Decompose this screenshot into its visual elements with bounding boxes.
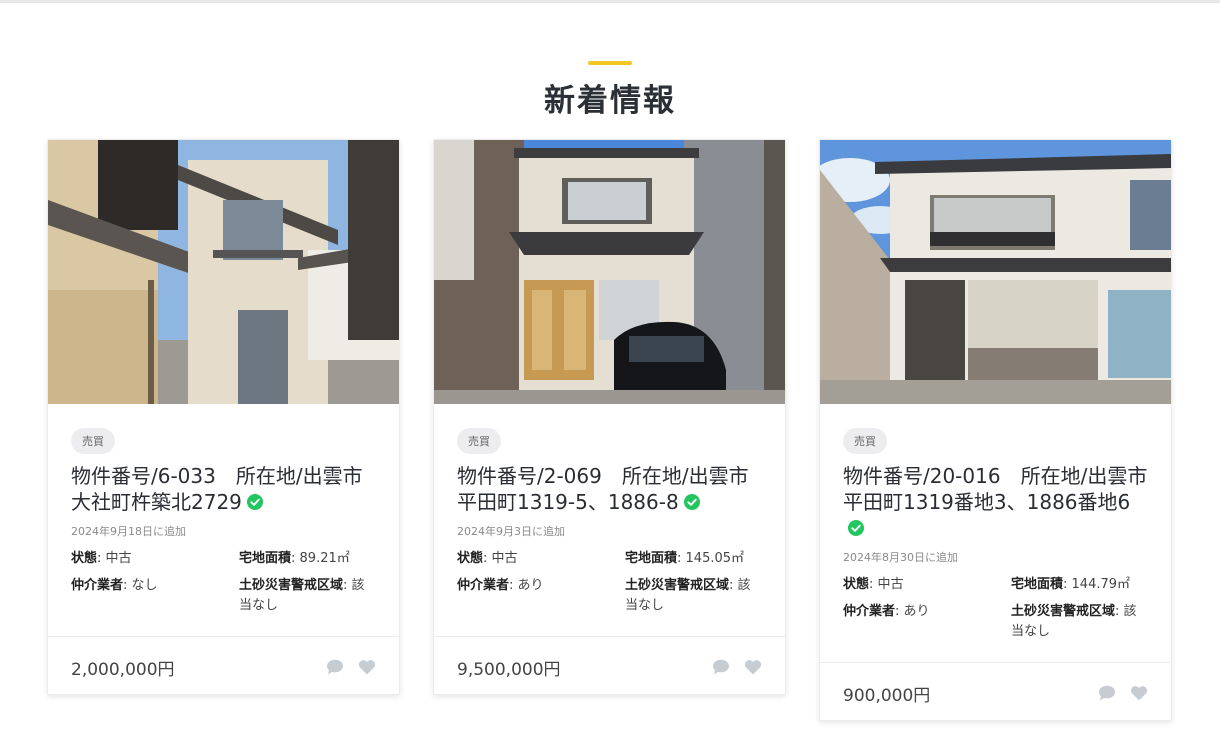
price: 9,500,000円 xyxy=(457,659,561,680)
check-circle-icon xyxy=(246,494,263,510)
added-date: 2024年8月30日に追加 xyxy=(843,551,958,564)
listing-card[interactable]: 売買 物件番号/6-033 所在地/出雲市大社町杵築北2729 2024年9月1… xyxy=(47,139,400,695)
section-title: 新着情報 xyxy=(544,83,676,119)
spec-broker: 仲介業者: あり xyxy=(843,602,1011,642)
spec-status: 状態: 中古 xyxy=(843,575,1011,595)
card-footer: 900,000円 xyxy=(820,663,1171,723)
listing-title[interactable]: 物件番号/2-069 所在地/出雲市平田町1319-5、1886-8 xyxy=(457,463,762,515)
spec-broker: 仲介業者: あり xyxy=(457,576,625,616)
listing-title-text[interactable]: 物件番号/20-016 所在地/出雲市平田町1319番地3、1886番地6 xyxy=(843,464,1147,514)
spec-value: : あり xyxy=(895,604,930,619)
title-accent-bar xyxy=(588,61,632,65)
spec-status: 状態: 中古 xyxy=(71,549,239,569)
spec-value: : 中古 xyxy=(869,577,904,592)
spec-broker: 仲介業者: なし xyxy=(71,576,239,616)
spec-label: 宅地面積 xyxy=(239,551,292,566)
listing-type-badge: 売買 xyxy=(457,428,501,454)
comment-icon[interactable] xyxy=(712,659,730,675)
top-border xyxy=(0,0,1220,3)
heart-icon[interactable] xyxy=(744,659,762,675)
card-footer: 2,000,000円 xyxy=(48,637,399,697)
heart-icon[interactable] xyxy=(358,659,376,675)
price: 900,000円 xyxy=(843,685,931,706)
comment-icon[interactable] xyxy=(326,659,344,675)
added-date: 2024年9月3日に追加 xyxy=(457,525,565,538)
spec-label: 状態 xyxy=(71,551,98,566)
spec-label: 仲介業者 xyxy=(843,604,896,619)
section-header: 新着情報 xyxy=(0,61,1220,120)
spec-grid: 状態: 中古 宅地面積: 89.21㎡ 仲介業者: なし 土砂災害警戒区域: 該… xyxy=(71,549,376,616)
spec-landslide-zone: 土砂災害警戒区域: 該当なし xyxy=(239,576,376,616)
spec-value: : あり xyxy=(509,578,544,593)
listing-title[interactable]: 物件番号/20-016 所在地/出雲市平田町1319番地3、1886番地6 xyxy=(843,463,1148,541)
heart-icon[interactable] xyxy=(1130,685,1148,701)
property-photo[interactable] xyxy=(48,140,399,404)
spec-label: 土砂災害警戒区域 xyxy=(625,578,730,593)
card-actions xyxy=(326,659,376,675)
listing-type-badge: 売買 xyxy=(71,428,115,454)
card-footer: 9,500,000円 xyxy=(434,637,785,697)
spec-label: 仲介業者 xyxy=(457,578,510,593)
spec-label: 状態 xyxy=(457,551,484,566)
spec-label: 宅地面積 xyxy=(1011,577,1064,592)
spec-value: : 89.21㎡ xyxy=(291,551,350,566)
comment-icon[interactable] xyxy=(1098,685,1116,701)
spec-value: : 中古 xyxy=(97,551,132,566)
check-circle-icon xyxy=(848,520,864,536)
spec-label: 仲介業者 xyxy=(71,578,124,593)
spec-label: 土砂災害警戒区域 xyxy=(1011,604,1116,619)
spec-label: 宅地面積 xyxy=(625,551,678,566)
spec-value: : 144.79㎡ xyxy=(1063,577,1131,592)
price: 2,000,000円 xyxy=(71,659,175,680)
property-photo[interactable] xyxy=(820,140,1171,404)
card-actions xyxy=(712,659,762,675)
added-date: 2024年9月18日に追加 xyxy=(71,525,186,538)
spec-landslide-zone: 土砂災害警戒区域: 該当なし xyxy=(1011,602,1148,642)
spec-label: 土砂災害警戒区域 xyxy=(239,578,344,593)
card-actions xyxy=(1098,685,1148,701)
spec-status: 状態: 中古 xyxy=(457,549,625,569)
listing-card[interactable]: 売買 物件番号/2-069 所在地/出雲市平田町1319-5、1886-8 20… xyxy=(433,139,786,695)
spec-land-area: 宅地面積: 144.79㎡ xyxy=(1011,575,1148,595)
spec-grid: 状態: 中古 宅地面積: 145.05㎡ 仲介業者: あり 土砂災害警戒区域: … xyxy=(457,549,762,616)
spec-value: : 中古 xyxy=(483,551,518,566)
spec-label: 状態 xyxy=(843,577,870,592)
listing-title-text[interactable]: 物件番号/2-069 所在地/出雲市平田町1319-5、1886-8 xyxy=(457,464,749,514)
listing-title[interactable]: 物件番号/6-033 所在地/出雲市大社町杵築北2729 xyxy=(71,463,376,515)
listing-type-badge: 売買 xyxy=(843,428,887,454)
property-photo[interactable] xyxy=(434,140,785,404)
spec-value: : なし xyxy=(123,578,158,593)
spec-landslide-zone: 土砂災害警戒区域: 該当なし xyxy=(625,576,762,616)
spec-land-area: 宅地面積: 145.05㎡ xyxy=(625,549,762,569)
check-circle-icon xyxy=(683,494,700,510)
spec-value: : 145.05㎡ xyxy=(677,551,745,566)
spec-land-area: 宅地面積: 89.21㎡ xyxy=(239,549,376,569)
listing-title-text[interactable]: 物件番号/6-033 所在地/出雲市大社町杵築北2729 xyxy=(71,464,363,514)
listing-card[interactable]: 売買 物件番号/20-016 所在地/出雲市平田町1319番地3、1886番地6… xyxy=(819,139,1172,721)
spec-grid: 状態: 中古 宅地面積: 144.79㎡ 仲介業者: あり 土砂災害警戒区域: … xyxy=(843,575,1148,642)
